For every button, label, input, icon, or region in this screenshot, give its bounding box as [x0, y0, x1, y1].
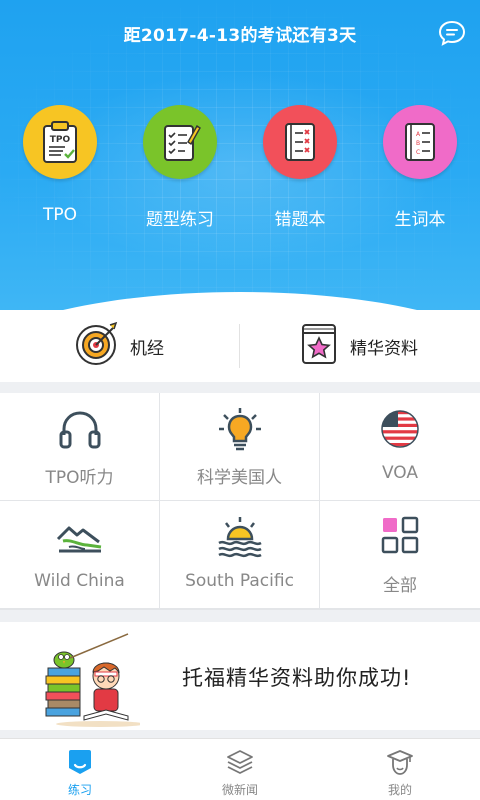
grid-item-label: South Pacific [185, 571, 294, 591]
bottom-navigation: 练习 微新闻 我的 [0, 738, 480, 800]
nav-mine[interactable]: 我的 [320, 739, 480, 800]
nav-practice-label: 练习 [67, 783, 92, 797]
header-banner: 距2017-4-13的考试还有3天 TPO TPO 题型练习 错题本 A B C… [0, 0, 480, 310]
question-type-practice-label: 题型练习 [146, 210, 214, 230]
resource-grid: TPO听力 科学美国人 VOA Wild China South Pacific… [0, 393, 480, 610]
wrong-notebook-icon [263, 105, 337, 179]
grid-item-label: TPO听力 [45, 468, 114, 488]
tpo-clipboard-icon: TPO [23, 105, 97, 179]
grid-item-wild-china[interactable]: Wild China [0, 501, 159, 608]
feature-essentials-label: 精华资料 [350, 338, 418, 359]
grid-item-voa[interactable]: VOA [320, 393, 480, 500]
checklist-pencil-icon [143, 105, 217, 179]
vocabulary-book-action[interactable]: A B C 生词本 [360, 105, 480, 230]
feature-jijing-label: 机经 [130, 338, 164, 359]
grid-item-tpo-listening[interactable]: TPO听力 [0, 393, 159, 500]
grid-item-scientific-american[interactable]: 科学美国人 [160, 393, 319, 500]
nav-practice[interactable]: 练习 [0, 739, 160, 800]
svg-text:C: C [416, 149, 420, 156]
nav-micro-news[interactable]: 微新闻 [160, 739, 320, 800]
grid-item-south-pacific[interactable]: South Pacific [160, 501, 319, 608]
wrong-questions-action[interactable]: 错题本 [240, 105, 360, 230]
nav-micro-news-label: 微新闻 [221, 783, 258, 797]
tpo-label: TPO [42, 205, 78, 225]
grid-item-label: 科学美国人 [197, 468, 282, 488]
sunset-waves-icon [160, 515, 319, 561]
feature-divider [239, 324, 240, 368]
exam-countdown: 距2017-4-13的考试还有3天 [123, 26, 357, 46]
student-reading-books-illustration [40, 624, 144, 728]
profile-graduate-icon [320, 748, 480, 776]
grid-item-label: Wild China [34, 571, 125, 591]
star-book-icon [300, 322, 340, 370]
chat-bubble-icon[interactable] [438, 20, 466, 46]
tpo-action[interactable]: TPO TPO [0, 105, 120, 225]
feature-row: 机经 精华资料 [0, 310, 480, 382]
us-flag-icon [320, 407, 480, 453]
question-type-practice-action[interactable]: 题型练习 [120, 105, 240, 230]
practice-icon [0, 748, 160, 776]
svg-text:B: B [416, 140, 420, 147]
grid-item-label: 全部 [383, 576, 417, 596]
feature-jijing[interactable]: 机经 [74, 310, 314, 382]
target-icon [74, 321, 120, 371]
mountain-icon [0, 515, 159, 561]
vocabulary-book-label: 生词本 [394, 210, 446, 230]
promo-banner[interactable]: 托福精华资料助你成功! [0, 622, 480, 730]
wrong-questions-label: 错题本 [274, 210, 326, 230]
svg-text:TPO: TPO [50, 135, 71, 145]
headphones-icon [0, 407, 159, 453]
vocab-notebook-icon: A B C [383, 105, 457, 179]
layers-icon [160, 748, 320, 776]
grid-item-all[interactable]: 全部 [320, 501, 480, 608]
nav-mine-label: 我的 [387, 783, 412, 797]
promo-banner-text: 托福精华资料助你成功! [182, 666, 412, 690]
feature-essentials[interactable]: 精华资料 [300, 310, 480, 382]
all-grid-icon [320, 515, 480, 561]
grid-item-label: VOA [381, 463, 419, 483]
lightbulb-icon [160, 407, 319, 453]
